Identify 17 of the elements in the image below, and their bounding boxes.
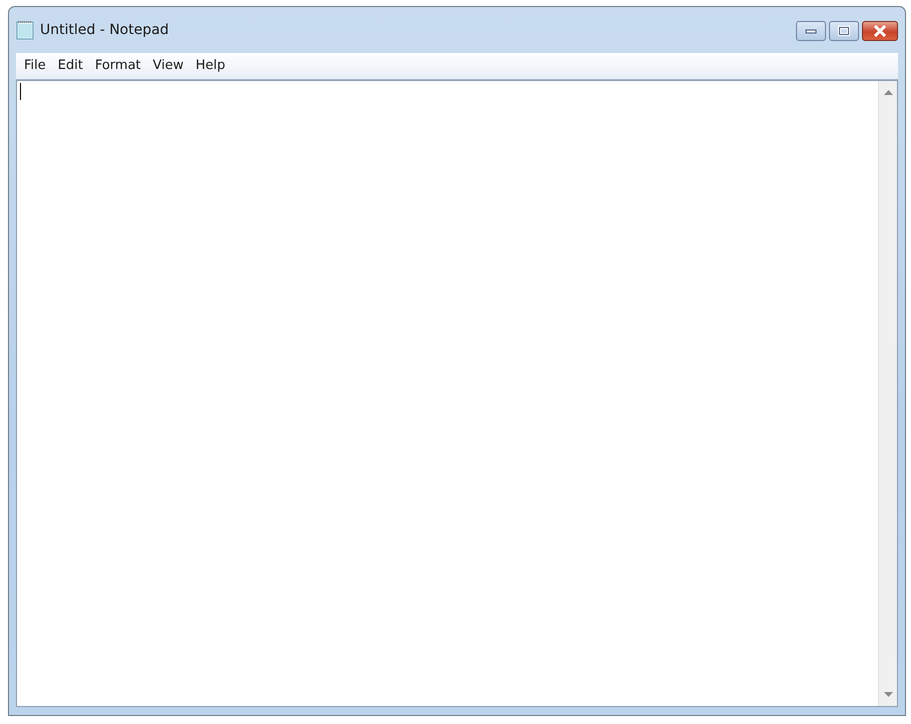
minimize-button[interactable] <box>796 21 826 41</box>
scrollbar[interactable] <box>878 81 897 706</box>
notepad-icon <box>16 20 34 40</box>
scroll-down-icon[interactable] <box>884 692 892 698</box>
scroll-up-icon[interactable] <box>884 89 892 95</box>
close-icon <box>873 25 887 37</box>
close-button[interactable] <box>862 21 898 41</box>
window-title: Untitled - Notepad <box>40 20 169 40</box>
text-cursor <box>20 83 21 100</box>
menu-item[interactable]: Help <box>190 56 232 76</box>
menu-item[interactable]: View <box>146 56 190 76</box>
minimize-icon <box>805 28 817 34</box>
menu-item[interactable]: Edit <box>52 56 89 76</box>
maximize-icon <box>838 26 850 36</box>
menu-item[interactable]: Format <box>88 56 147 76</box>
menu-item[interactable]: File <box>18 56 52 76</box>
maximize-button[interactable] <box>829 21 859 41</box>
